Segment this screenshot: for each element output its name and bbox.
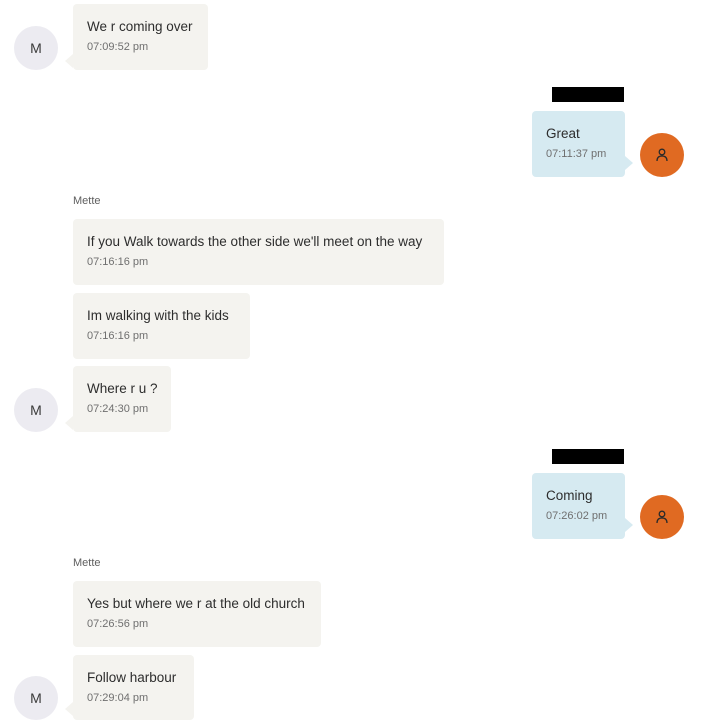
message-bubble-incoming[interactable]: Yes but where we r at the old church 07:…: [73, 581, 321, 647]
message-bubble-incoming[interactable]: Im walking with the kids 07:16:16 pm: [73, 293, 250, 359]
redaction-bar: [552, 87, 624, 102]
message-text: Great: [546, 126, 580, 141]
message-text: Im walking with the kids: [87, 308, 229, 323]
user-avatar: [640, 495, 684, 539]
contact-avatar: M: [14, 26, 58, 70]
message-timestamp: 07:29:04 pm: [87, 692, 149, 704]
bubble-tail: [65, 54, 73, 68]
message-timestamp: 07:16:16 pm: [87, 330, 149, 342]
message-bubble-incoming[interactable]: If you Walk towards the other side we'll…: [73, 219, 444, 285]
bubble-tail: [65, 416, 73, 430]
message-timestamp: 07:26:56 pm: [87, 618, 149, 630]
bubble-tail: [625, 156, 633, 170]
message-timestamp: 07:09:52 pm: [87, 41, 149, 53]
person-icon: [656, 510, 668, 524]
bubble-tail: [65, 702, 73, 716]
bubble-tail: [625, 518, 633, 532]
contact-avatar: M: [14, 388, 58, 432]
contact-avatar: M: [14, 676, 58, 720]
chat-thread: M We r coming over 07:09:52 pm Great 07:…: [0, 0, 720, 720]
message-timestamp: 07:11:37 pm: [546, 148, 607, 160]
message-text: If you Walk towards the other side we'll…: [87, 234, 423, 249]
message-bubble-outgoing[interactable]: Great 07:11:37 pm: [532, 111, 625, 177]
message-text: Follow harbour: [87, 670, 177, 685]
contact-avatar-initial: M: [30, 690, 42, 706]
message-timestamp: 07:16:16 pm: [87, 256, 149, 268]
message-bubble-incoming[interactable]: Where r u ? 07:24:30 pm: [73, 366, 171, 432]
contact-avatar-initial: M: [30, 402, 42, 418]
message-text: We r coming over: [87, 19, 193, 34]
redaction-bar: [552, 449, 624, 464]
message-text: Where r u ?: [87, 381, 158, 396]
sender-name: Mette: [73, 195, 101, 207]
sender-name: Mette: [73, 557, 101, 569]
contact-avatar-initial: M: [30, 40, 42, 56]
user-avatar: [640, 133, 684, 177]
message-bubble-outgoing[interactable]: Coming 07:26:02 pm: [532, 473, 625, 539]
message-timestamp: 07:24:30 pm: [87, 403, 149, 415]
message-bubble-incoming[interactable]: Follow harbour 07:29:04 pm: [73, 655, 194, 720]
message-text: Coming: [546, 488, 593, 503]
message-timestamp: 07:26:02 pm: [546, 510, 608, 522]
message-text: Yes but where we r at the old church: [87, 596, 305, 611]
person-icon: [656, 148, 668, 162]
message-bubble-incoming[interactable]: We r coming over 07:09:52 pm: [73, 4, 208, 70]
